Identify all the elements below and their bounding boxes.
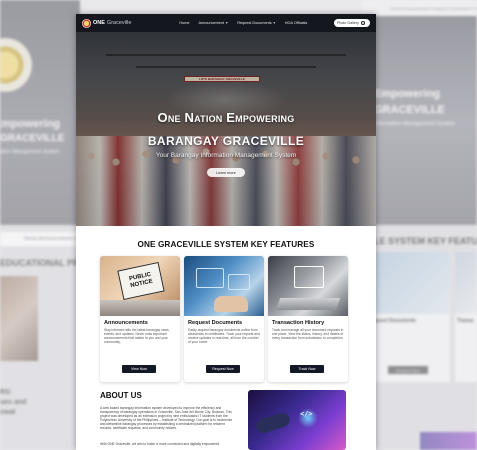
screen-graphic bbox=[228, 274, 250, 290]
chevron-down-icon: ▼ bbox=[272, 21, 276, 25]
features-title: ONE GRACEVILLE SYSTEM KEY FEATURES bbox=[137, 240, 315, 249]
bg-left-hero: Empowering GRACEVILLE ation Management S… bbox=[0, 0, 80, 225]
main-page: ONE Graceville Home Announcement ▼ Reque… bbox=[76, 14, 376, 450]
view-now-button[interactable]: View Now bbox=[122, 365, 156, 373]
nav-home-label: Home bbox=[179, 21, 190, 25]
screen-graphic bbox=[196, 268, 224, 288]
site-logo[interactable]: ONE Graceville bbox=[82, 18, 132, 28]
nav-request-documents[interactable]: Request Documents ▼ bbox=[237, 21, 276, 25]
bg-right-hero: Empowering GRACEVILLE Information Manage… bbox=[370, 0, 477, 225]
bg-left-nav: Home Announcement ▾ bbox=[0, 232, 80, 246]
search-icon bbox=[360, 21, 365, 25]
transaction-history-image bbox=[268, 256, 348, 316]
feature-card-text: Stay informed with the latest barangay n… bbox=[104, 328, 170, 345]
bg-left-text: RS: ues and ewal bbox=[0, 389, 27, 416]
bg-right-nav: Home Announcement ▾ Request Documents ▾ … bbox=[362, 0, 477, 16]
bg-right-section-title: ILLE SYSTEM KEY FEATU bbox=[366, 236, 477, 246]
about-text: A web-based barangay information system … bbox=[100, 406, 233, 431]
hero-subtitle: BARANGAY GRACEVILLE bbox=[147, 134, 305, 148]
logo-text-one: ONE bbox=[93, 20, 105, 26]
bg-right-card-title: quest Documents bbox=[374, 318, 416, 324]
bg-left-hero-line2: GRACEVILLE bbox=[0, 133, 65, 144]
nav-links: Home Announcement ▼ Request Documents ▼ … bbox=[179, 21, 307, 25]
bg-right-card-2-title: Transa bbox=[457, 318, 474, 324]
chevron-down-icon: ▼ bbox=[225, 21, 229, 25]
seal-icon bbox=[82, 18, 91, 28]
feature-card-title: Request Documents bbox=[188, 320, 243, 326]
keyboard-graphic bbox=[275, 298, 341, 310]
bg-right-hero-line3: Information Management System bbox=[374, 121, 456, 127]
feature-card-announcements: PUBLIC NOTICE Announcements Stay informe… bbox=[100, 256, 180, 382]
keyboard-graphic bbox=[100, 300, 180, 316]
hero-section: LOTS BARANGAY GRACEVILLE One Nation Empo… bbox=[76, 32, 376, 226]
public-notice-image: PUBLIC NOTICE bbox=[100, 256, 180, 316]
bg-left-photo bbox=[0, 276, 38, 361]
logo-text-rest: Graceville bbox=[106, 20, 132, 26]
nav-hoa-officials[interactable]: HOA Officials bbox=[285, 21, 308, 25]
nav-announcement[interactable]: Announcement ▼ bbox=[199, 21, 229, 25]
request-documents-image bbox=[184, 256, 264, 316]
hand-graphic bbox=[214, 296, 248, 312]
about-text-2: With ONE Graceville, we aim to foster a … bbox=[100, 442, 220, 446]
feature-card-title: Announcements bbox=[104, 320, 148, 326]
bg-right-card-2: Transa bbox=[455, 252, 477, 382]
bg-left-hero-line3: ation Management System bbox=[0, 149, 60, 155]
bg-right-card: quest Documents Request Now bbox=[372, 252, 450, 382]
code-icon: </> bbox=[300, 410, 313, 418]
nav-hoa-officials-label: HOA Officials bbox=[284, 21, 308, 25]
public-notice-board: PUBLIC NOTICE bbox=[117, 261, 165, 301]
photo-gallery-label: Photo Gallery bbox=[337, 21, 359, 25]
bg-right-card-button: Request Now bbox=[388, 366, 428, 374]
feature-card-text: Easily request barangay documents online… bbox=[188, 328, 260, 345]
track-now-button[interactable]: Track Now bbox=[290, 365, 324, 373]
feature-card-title: Transaction History bbox=[272, 320, 325, 326]
hero-tagline: Your Barangay Information Management Sys… bbox=[155, 152, 297, 159]
feature-card-text: Track and manage all your document reque… bbox=[272, 328, 344, 341]
about-image: </> bbox=[248, 390, 346, 450]
screen-graphic bbox=[294, 266, 324, 288]
bg-left-hero-line1: Empowering bbox=[0, 118, 61, 130]
hero-title: One Nation Empowering bbox=[157, 110, 295, 125]
top-navbar: ONE Graceville Home Announcement ▼ Reque… bbox=[76, 14, 376, 32]
bg-left-section-title: EDUCATIONAL PR bbox=[0, 258, 80, 268]
bg-right-footer-image bbox=[420, 432, 477, 450]
nav-home[interactable]: Home bbox=[179, 21, 189, 25]
hero-overlay bbox=[76, 32, 376, 226]
about-title: ABOUT US bbox=[100, 391, 142, 400]
nav-request-documents-label: Request Documents bbox=[237, 21, 272, 25]
learn-more-button[interactable]: Learn more bbox=[207, 168, 245, 177]
hand-graphic bbox=[254, 411, 292, 435]
bg-right-hero-line1: Empowering bbox=[374, 88, 441, 100]
photo-gallery-button[interactable]: Photo Gallery bbox=[334, 19, 370, 27]
bg-right-hero-line2: GRACEVILLE bbox=[374, 104, 445, 116]
nav-announcement-label: Announcement bbox=[198, 21, 225, 25]
feature-card-transaction-history: Transaction History Track and manage all… bbox=[268, 256, 348, 382]
request-now-button[interactable]: Request Now bbox=[206, 365, 240, 373]
feature-card-request-documents: Request Documents Easily request baranga… bbox=[184, 256, 264, 382]
